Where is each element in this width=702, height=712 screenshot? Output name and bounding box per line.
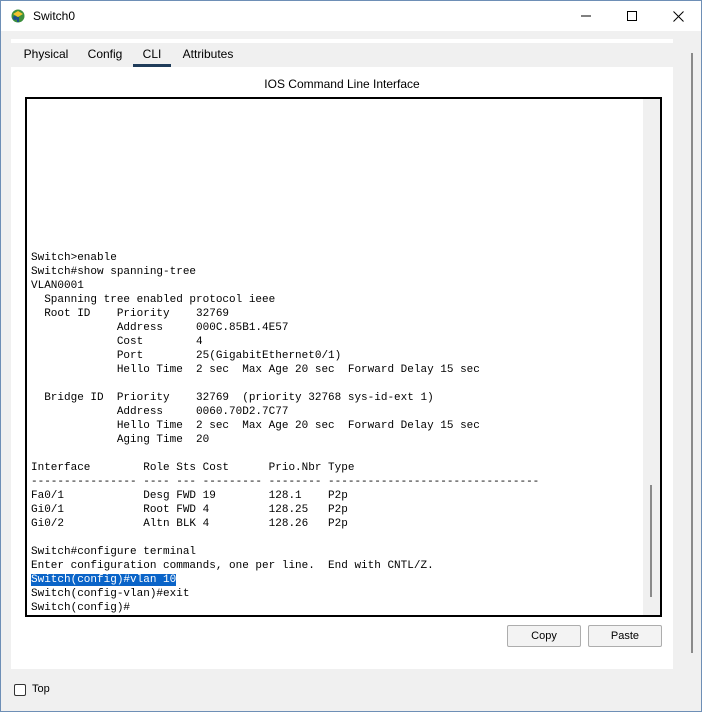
terminal-line: Spanning tree enabled protocol ieee	[31, 294, 276, 306]
terminal-line: VLAN0001	[31, 280, 84, 292]
terminal-line: Switch#configure terminal	[31, 546, 197, 558]
terminal-line: ---------------- ---- --- --------- ----…	[31, 476, 540, 488]
terminal-line: Port 25(GigabitEthernet0/1)	[31, 350, 342, 362]
top-checkbox[interactable]	[14, 684, 26, 696]
maximize-button[interactable]	[609, 1, 655, 31]
active-tab-indicator	[133, 64, 171, 67]
top-checkbox-label: Top	[32, 683, 50, 695]
close-button[interactable]	[655, 1, 701, 31]
panel-title: IOS Command Line Interface	[264, 77, 420, 91]
minimize-button[interactable]	[563, 1, 609, 31]
close-icon	[672, 10, 684, 22]
window-scrollbar[interactable]	[683, 39, 701, 669]
switch0-window: Switch0 Physical Config CLI Attributes I…	[0, 0, 702, 712]
packet-tracer-app-icon	[10, 8, 26, 24]
terminal-line: Switch(config)#vlan 10	[31, 573, 643, 587]
terminal-line: Cost 4	[31, 336, 203, 348]
terminal-line: Root ID Priority 32769	[31, 308, 230, 320]
tab-strip: Physical Config CLI Attributes	[11, 43, 673, 67]
terminal-line: Gi0/1 Root FWD 4 128.25 P2p	[31, 504, 348, 516]
tab-physical[interactable]: Physical	[15, 43, 77, 67]
terminal-line: Switch#show spanning-tree	[31, 266, 197, 278]
maximize-icon	[627, 11, 637, 21]
terminal-line: Aging Time 20	[31, 434, 210, 446]
terminal-line: Switch(config)#	[31, 602, 131, 614]
terminal-line: Interface Role Sts Cost Prio.Nbr Type	[31, 462, 355, 474]
tab-attributes[interactable]: Attributes	[177, 43, 239, 67]
bottom-bar: Top	[1, 669, 701, 711]
terminal-line: Bridge ID Priority 32769 (priority 32768…	[31, 392, 434, 404]
terminal-line: Hello Time 2 sec Max Age 20 sec Forward …	[31, 364, 480, 376]
terminal-output[interactable]: Switch>enable Switch#show spanning-tree VL…	[31, 251, 643, 615]
tab-config[interactable]: Config	[83, 43, 127, 67]
terminal-line: Hello Time 2 sec Max Age 20 sec Forward …	[31, 420, 480, 432]
terminal-scrollbar[interactable]	[643, 99, 660, 615]
terminal-line: Gi0/2 Altn BLK 4 128.26 P2p	[31, 518, 348, 530]
terminal-line: Switch(config-vlan)#exit	[31, 588, 190, 600]
paste-button[interactable]: Paste	[588, 625, 662, 647]
title-bar[interactable]: Switch0	[1, 1, 701, 31]
terminal-scrollbar-thumb[interactable]	[650, 485, 652, 597]
copy-button[interactable]: Copy	[507, 625, 581, 647]
window-title: Switch0	[33, 9, 76, 23]
terminal-line: Address 000C.85B1.4E57	[31, 322, 289, 334]
terminal-line: Fa0/1 Desg FWD 19 128.1 P2p	[31, 490, 348, 502]
terminal-line: Switch>enable	[31, 252, 117, 264]
cli-terminal[interactable]: Switch>enable Switch#show spanning-tree VL…	[25, 97, 662, 617]
terminal-line: Address 0060.70D2.7C77	[31, 406, 289, 418]
selected-text: Switch(config)#vlan 10	[31, 574, 177, 586]
terminal-line: Enter configuration commands, one per li…	[31, 560, 434, 572]
window-scrollbar-thumb[interactable]	[691, 53, 693, 653]
device-content-area: Physical Config CLI Attributes IOS Comma…	[11, 39, 673, 669]
minimize-icon	[581, 15, 591, 17]
